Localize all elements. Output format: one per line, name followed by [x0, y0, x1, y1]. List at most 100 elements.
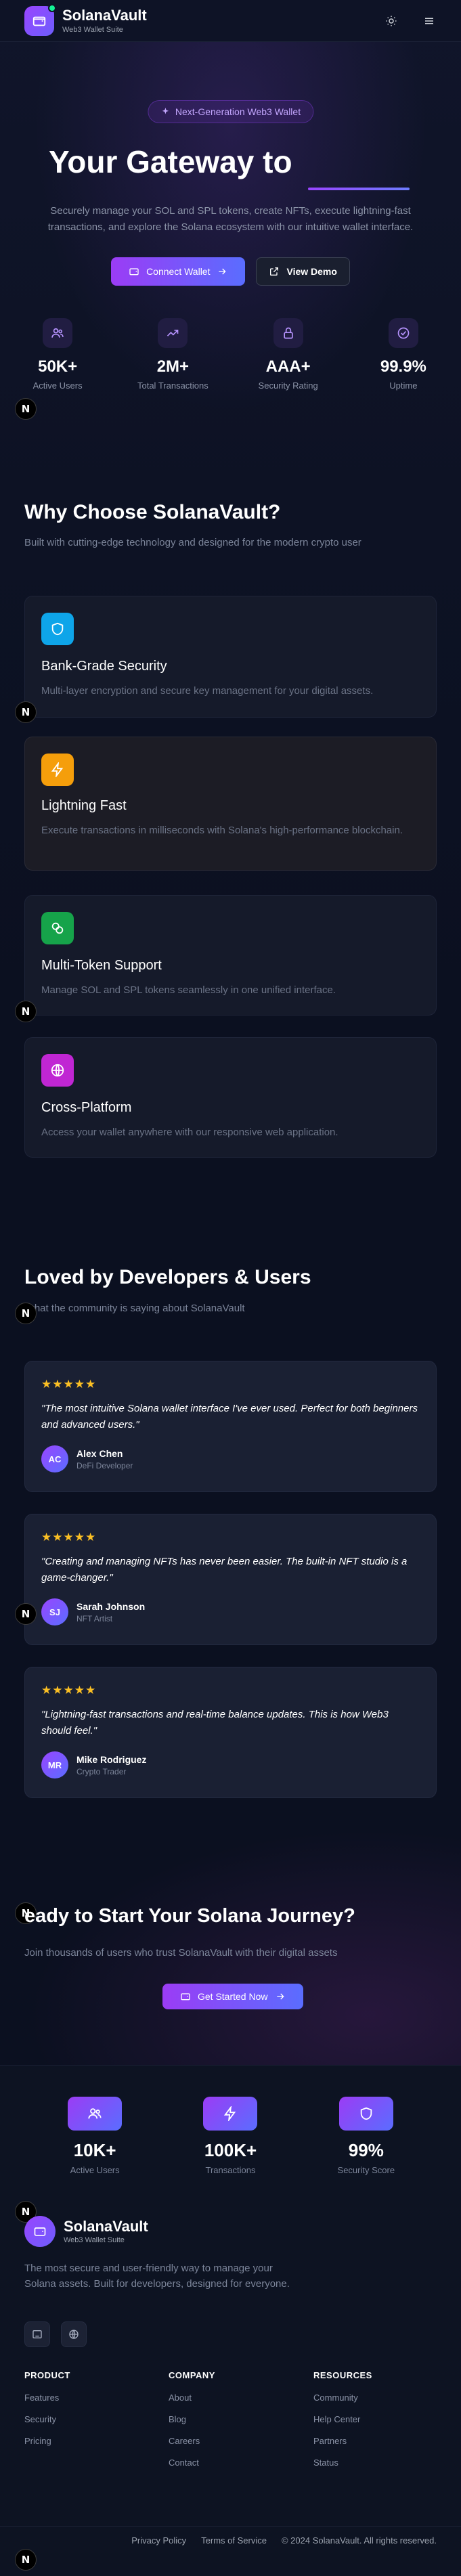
rating-stars: ★★★★★	[41, 1531, 97, 1544]
lock-icon	[283, 327, 293, 339]
footer-link-status[interactable]: Status	[313, 2458, 372, 2468]
zap-icon	[51, 762, 64, 777]
menu-button[interactable]	[422, 14, 437, 28]
testimonial-quote: "Creating and managing NFTs has never be…	[41, 1556, 408, 1584]
footer-logo[interactable]	[24, 2216, 56, 2247]
terminal-icon	[32, 2330, 42, 2338]
author-name: Sarah Johnson	[76, 1600, 146, 1612]
footer-column-heading: RESOURCES	[313, 2370, 372, 2380]
footer-link-features[interactable]: Features	[24, 2393, 70, 2403]
footer-divider	[0, 2526, 461, 2527]
footer-link-partners[interactable]: Partners	[313, 2436, 372, 2446]
shield-icon	[51, 622, 64, 636]
feature-card-tokens[interactable]: Multi-Token Support Manage SOL and SPL t…	[24, 895, 437, 1016]
footer-link-contact[interactable]: Contact	[169, 2458, 215, 2468]
get-started-button[interactable]: Get Started Now	[162, 1984, 303, 2009]
features-subtitle: Built with cutting-edge technology and d…	[24, 537, 361, 548]
sparkles-icon	[162, 108, 169, 114]
code-link-button[interactable]	[24, 2321, 50, 2347]
terms-of-service-link[interactable]: Terms of Service	[201, 2535, 267, 2546]
footer: 10K+ Active Users 100K+ Transactions 99%…	[0, 2065, 461, 2576]
connect-wallet-button[interactable]: Connect Wallet	[111, 257, 246, 286]
dev-overlay-badge[interactable]: N	[15, 701, 37, 723]
arrow-right-icon	[219, 268, 227, 275]
author-name: Alex Chen	[76, 1447, 123, 1459]
social-links	[24, 2321, 87, 2347]
testimonial-author: SJ Sarah Johnson NFT Artist	[41, 1598, 145, 1625]
footer-stat-icon-box	[338, 2097, 393, 2131]
stat-icon-box	[388, 318, 418, 348]
dev-overlay-badge[interactable]: N	[15, 1303, 37, 1324]
trending-up-icon	[167, 330, 179, 336]
view-demo-label: View Demo	[286, 266, 337, 277]
legal-links: Privacy Policy Terms of Service © 2024 S…	[131, 2535, 437, 2546]
footer-column-heading: PRODUCT	[24, 2370, 70, 2380]
footer-brand: SolanaVault Web3 Wallet Suite	[24, 2216, 148, 2247]
cta-subtitle: Join thousands of users who trust Solana…	[24, 1947, 338, 1959]
footer-link-careers[interactable]: Careers	[169, 2436, 215, 2446]
feature-description: Multi-layer encryption and secure key ma…	[41, 685, 374, 697]
footer-link-community[interactable]: Community	[313, 2393, 372, 2403]
privacy-policy-link[interactable]: Privacy Policy	[131, 2535, 186, 2546]
footer-column-product: PRODUCT Features Security Pricing	[24, 2370, 70, 2458]
dev-overlay-badge[interactable]: N	[15, 1001, 37, 1022]
feature-title: Multi-Token Support	[41, 958, 162, 973]
footer-column-resources: RESOURCES Community Help Center Partners…	[313, 2370, 372, 2479]
cta-section	[0, 1814, 461, 2065]
testimonial-card: ★★★★★ "Lightning-fast transactions and r…	[24, 1667, 437, 1798]
testimonials-title: Loved by Developers & Users	[24, 1266, 311, 1288]
footer-column-company: COMPANY About Blog Careers Contact	[169, 2370, 215, 2479]
wallet-icon	[129, 268, 139, 276]
wallet-icon	[34, 2227, 46, 2236]
top-nav: SolanaVault Web3 Wallet Suite	[0, 0, 461, 42]
feature-card-platform[interactable]: Cross-Platform Access your wallet anywhe…	[24, 1037, 437, 1158]
footer-stat-icon-box	[68, 2097, 123, 2131]
footer-description: The most secure and user-friendly way to…	[24, 2263, 290, 2290]
dev-overlay-badge[interactable]: N	[15, 398, 37, 420]
feature-description: Manage SOL and SPL tokens seamlessly in …	[41, 984, 336, 996]
stat-value: 99.9%	[380, 357, 426, 376]
testimonial-quote: "Lightning-fast transactions and real-ti…	[41, 1709, 389, 1737]
features-title: Why Choose SolanaVault?	[24, 501, 281, 523]
stat-icon-box	[273, 318, 303, 348]
testimonial-author: AC Alex Chen DeFi Developer	[41, 1445, 133, 1472]
avatar: MR	[41, 1751, 68, 1778]
users-icon	[88, 2108, 102, 2119]
cta-title: eady to Start Your Solana Journey?	[24, 1905, 355, 1927]
footer-link-security[interactable]: Security	[24, 2414, 70, 2424]
view-demo-button[interactable]: View Demo	[256, 257, 350, 286]
brand-subtitle: Web3 Wallet Suite	[62, 25, 123, 34]
footer-stat-value: 10K+	[73, 2140, 116, 2160]
hero-title-underline	[308, 188, 410, 190]
testimonial-card: ★★★★★ "The most intuitive Solana wallet …	[24, 1361, 437, 1492]
feature-title: Lightning Fast	[41, 798, 127, 813]
footer-stat: 100K+ Transactions	[179, 2097, 281, 2175]
testimonial-quote: "The most intuitive Solana wallet interf…	[41, 1403, 418, 1431]
footer-link-pricing[interactable]: Pricing	[24, 2436, 70, 2446]
footer-link-blog[interactable]: Blog	[169, 2414, 215, 2424]
check-circle-icon	[397, 327, 410, 339]
shield-icon	[360, 2107, 372, 2120]
stat-item: 50K+ Active Users	[0, 318, 115, 391]
dev-overlay-badge[interactable]: N	[15, 1603, 37, 1625]
feature-icon-box	[41, 912, 74, 944]
footer-link-about[interactable]: About	[169, 2393, 215, 2403]
connect-wallet-label: Connect Wallet	[146, 266, 211, 277]
feature-card-speed[interactable]: Lightning Fast Execute transactions in m…	[24, 737, 437, 871]
brand-logo[interactable]	[24, 3, 56, 36]
stat-value: AAA+	[265, 357, 311, 376]
hero-section: Next-Generation Web3 Wallet Your Gateway…	[0, 42, 461, 462]
footer-link-help-center[interactable]: Help Center	[313, 2414, 372, 2424]
brand-name: SolanaVault	[62, 7, 147, 24]
stat-label: Total Transactions	[137, 380, 208, 391]
stat-label: Security Rating	[258, 380, 318, 391]
footer-brand-text: SolanaVault Web3 Wallet Suite	[64, 2218, 148, 2245]
feature-title: Cross-Platform	[41, 1100, 132, 1115]
website-link-button[interactable]	[61, 2321, 87, 2347]
theme-toggle-button[interactable]	[384, 14, 399, 28]
stat-value: 2M+	[156, 357, 190, 376]
footer-brand-subtitle: Web3 Wallet Suite	[64, 2236, 125, 2245]
feature-card-security[interactable]: Bank-Grade Security Multi-layer encrypti…	[24, 596, 437, 718]
dev-overlay-badge[interactable]: N	[15, 2549, 37, 2571]
status-dot	[48, 3, 56, 12]
